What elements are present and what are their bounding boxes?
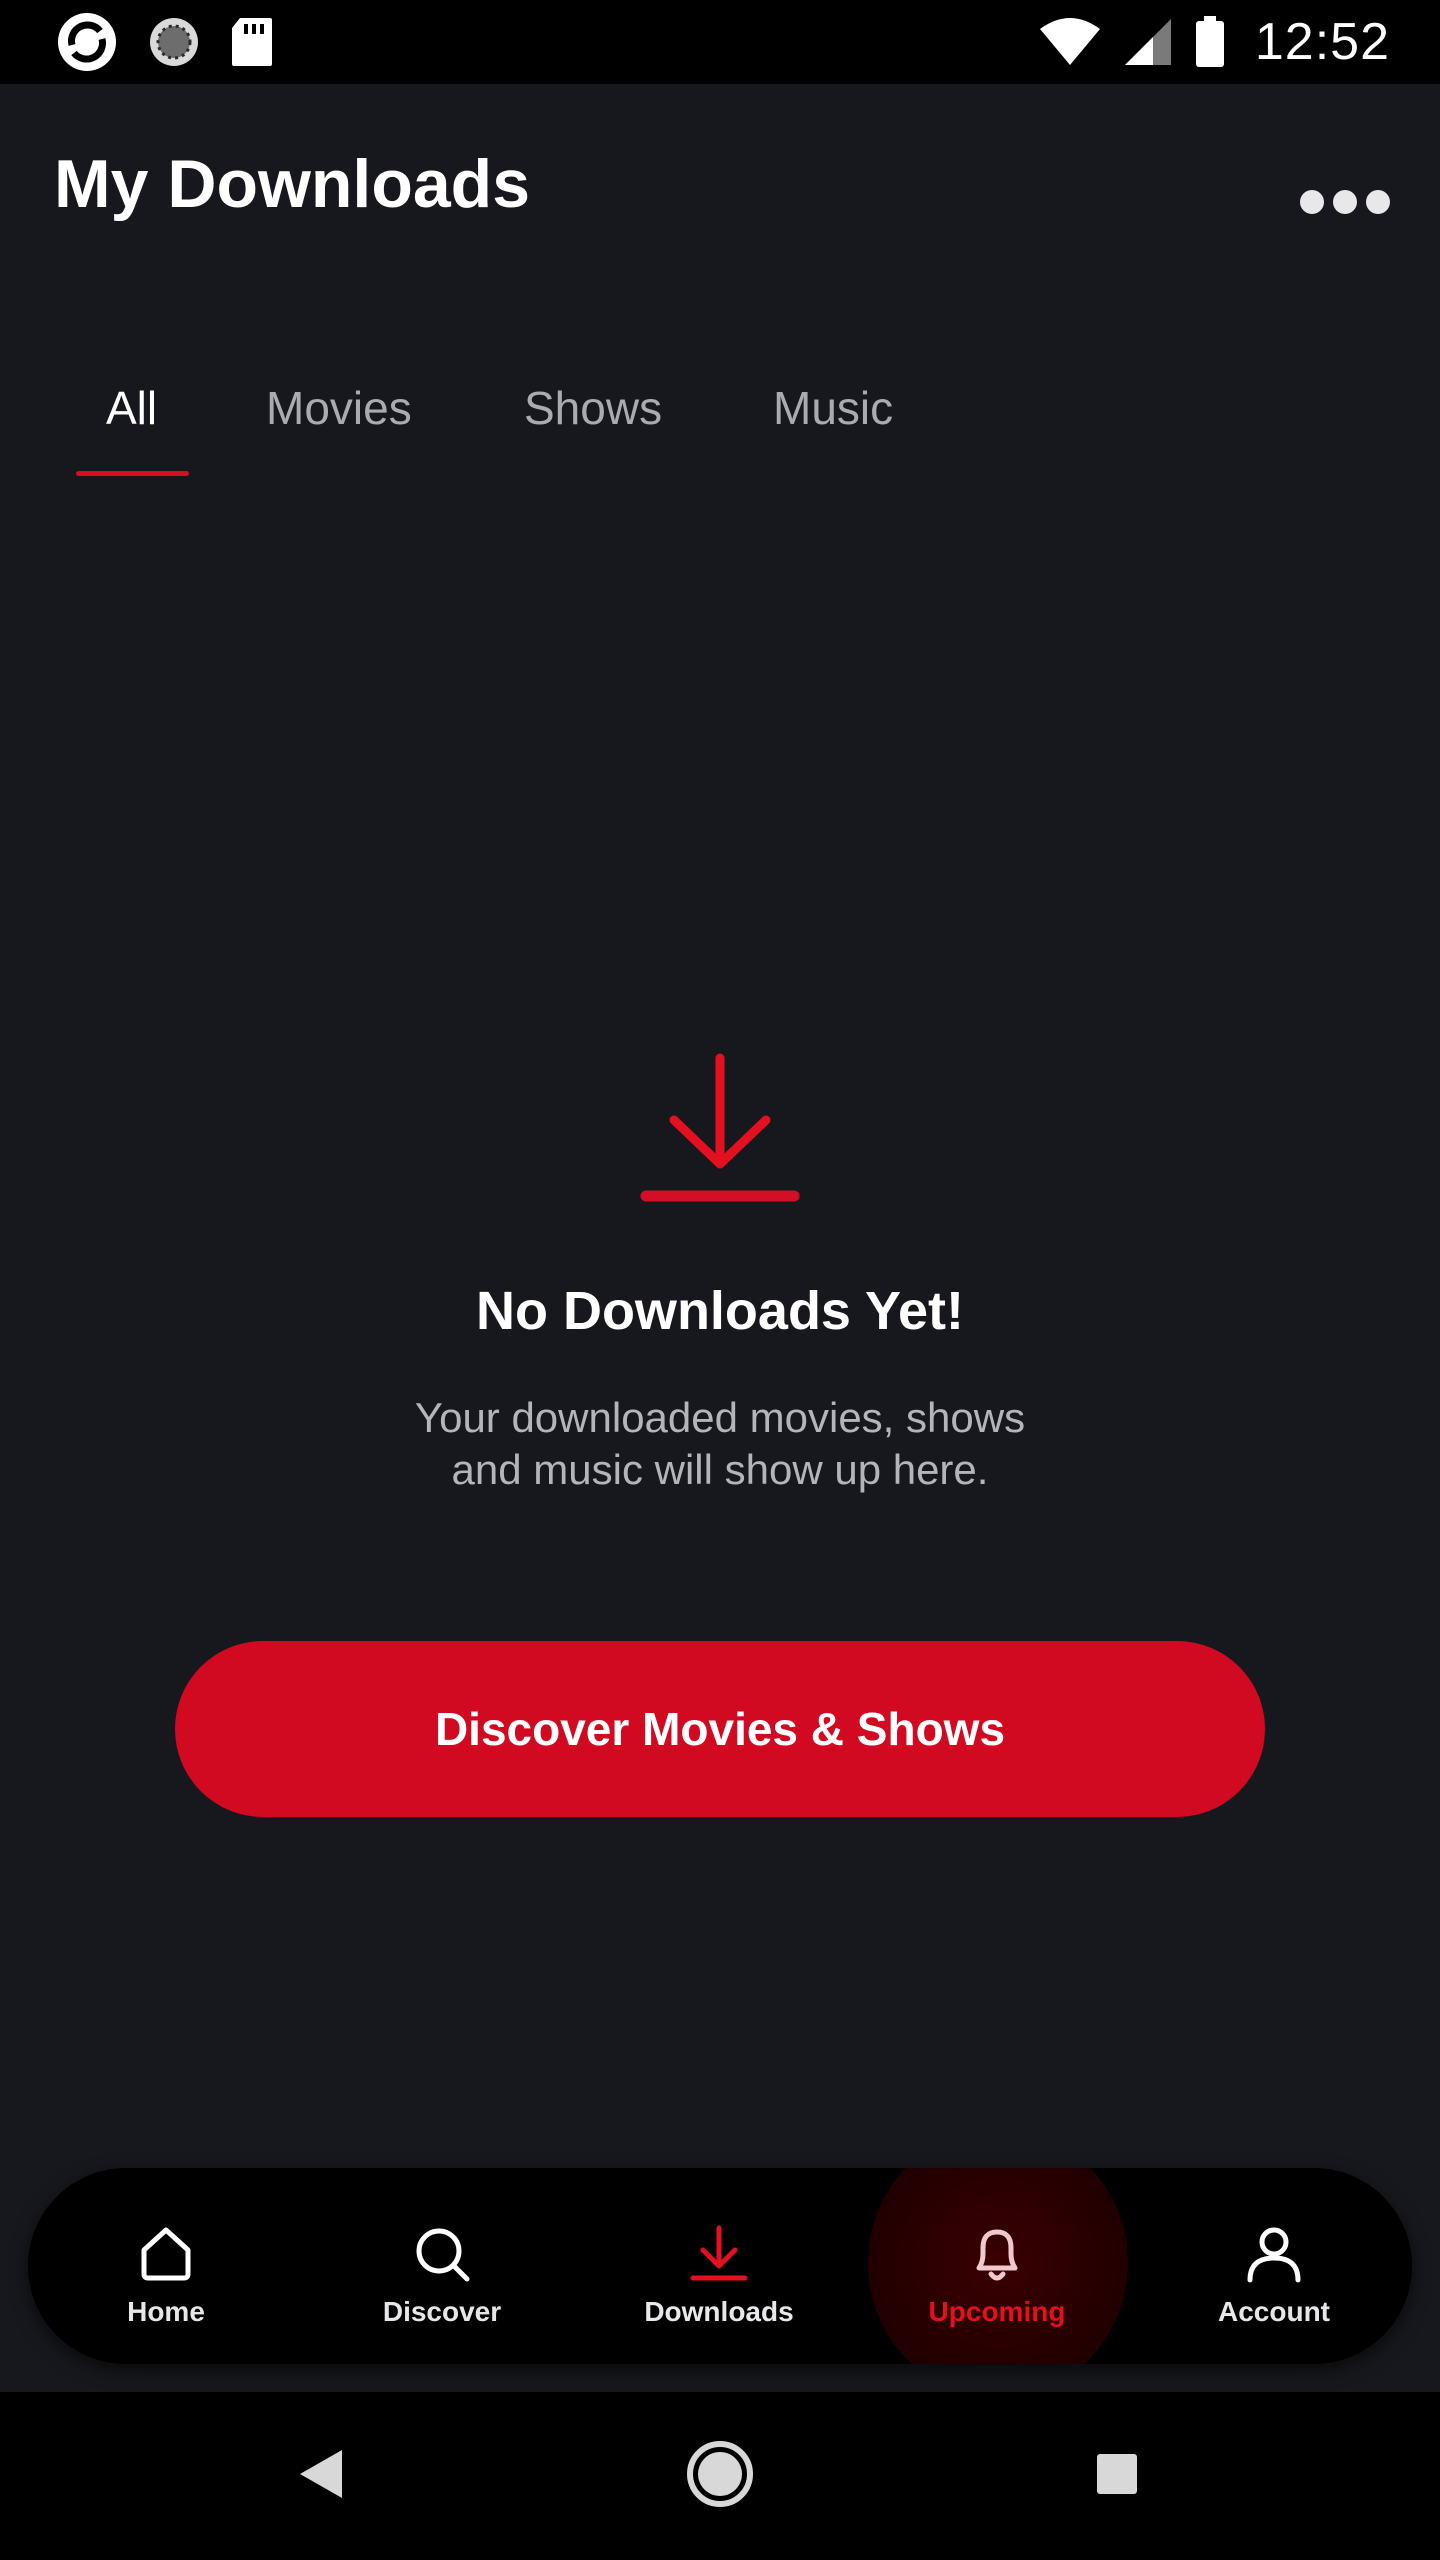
more-options-button[interactable] xyxy=(1300,180,1390,224)
home-icon xyxy=(141,2227,191,2281)
bell-icon xyxy=(976,2229,1018,2281)
empty-state-description-line2: and music will show up here. xyxy=(451,1446,989,1493)
back-icon[interactable] xyxy=(298,2448,344,2500)
empty-state-description-line1: Your downloaded movies, shows xyxy=(414,1394,1026,1441)
sync-app-icon xyxy=(58,13,116,71)
empty-state-description: Your downloaded movies, shows and music … xyxy=(320,1392,1120,1496)
nav-item-upcoming[interactable]: Upcoming xyxy=(877,2168,1117,2364)
tab-music[interactable]: Music xyxy=(773,378,893,438)
discover-movies-shows-button[interactable]: Discover Movies & Shows xyxy=(175,1641,1265,1817)
wifi-icon xyxy=(1039,18,1100,65)
nav-label-downloads: Downloads xyxy=(644,2296,794,2327)
cta-label: Discover Movies & Shows xyxy=(434,1703,1006,1755)
system-nav-bar xyxy=(0,2392,1440,2560)
signal-icon xyxy=(1124,19,1171,65)
bottom-nav: Home Discover Downloads Upcoming Account xyxy=(28,2168,1412,2364)
nav-label-discover: Discover xyxy=(382,2296,502,2327)
download-icon xyxy=(690,2225,748,2281)
tab-all[interactable]: All xyxy=(106,378,157,438)
sd-card-icon xyxy=(232,18,272,66)
empty-state-title: No Downloads Yet! xyxy=(475,1281,965,1341)
search-icon xyxy=(416,2228,470,2282)
more-dot xyxy=(1366,190,1390,214)
status-right-icons: 12:52 xyxy=(1039,12,1390,72)
battery-icon xyxy=(1195,16,1224,67)
nav-item-discover[interactable]: Discover xyxy=(322,2168,562,2364)
recents-icon[interactable] xyxy=(1095,2452,1139,2496)
nav-item-home[interactable]: Home xyxy=(46,2168,286,2364)
status-time: 12:52 xyxy=(1254,13,1390,71)
more-dot xyxy=(1333,190,1357,214)
nav-item-account[interactable]: Account xyxy=(1154,2168,1394,2364)
page-title: My Downloads xyxy=(54,146,531,222)
nav-label-upcoming: Upcoming xyxy=(928,2296,1066,2327)
user-icon xyxy=(1247,2227,1301,2283)
active-tab-indicator xyxy=(76,471,189,476)
status-left-icons xyxy=(56,11,274,73)
home-circle-icon[interactable] xyxy=(686,2440,754,2508)
download-icon xyxy=(640,1053,800,1202)
nav-label-home: Home xyxy=(127,2296,205,2327)
nav-item-downloads[interactable]: Downloads xyxy=(599,2168,839,2364)
loading-circle-icon xyxy=(150,18,198,66)
tab-movies[interactable]: Movies xyxy=(266,378,412,438)
more-horizontal-icon xyxy=(1300,190,1324,214)
status-bar: 12:52 xyxy=(0,0,1440,84)
nav-label-account: Account xyxy=(1218,2296,1330,2327)
tab-shows[interactable]: Shows xyxy=(524,378,662,438)
screen: 12:52 My Downloads All Movies Shows Musi… xyxy=(0,0,1440,2560)
